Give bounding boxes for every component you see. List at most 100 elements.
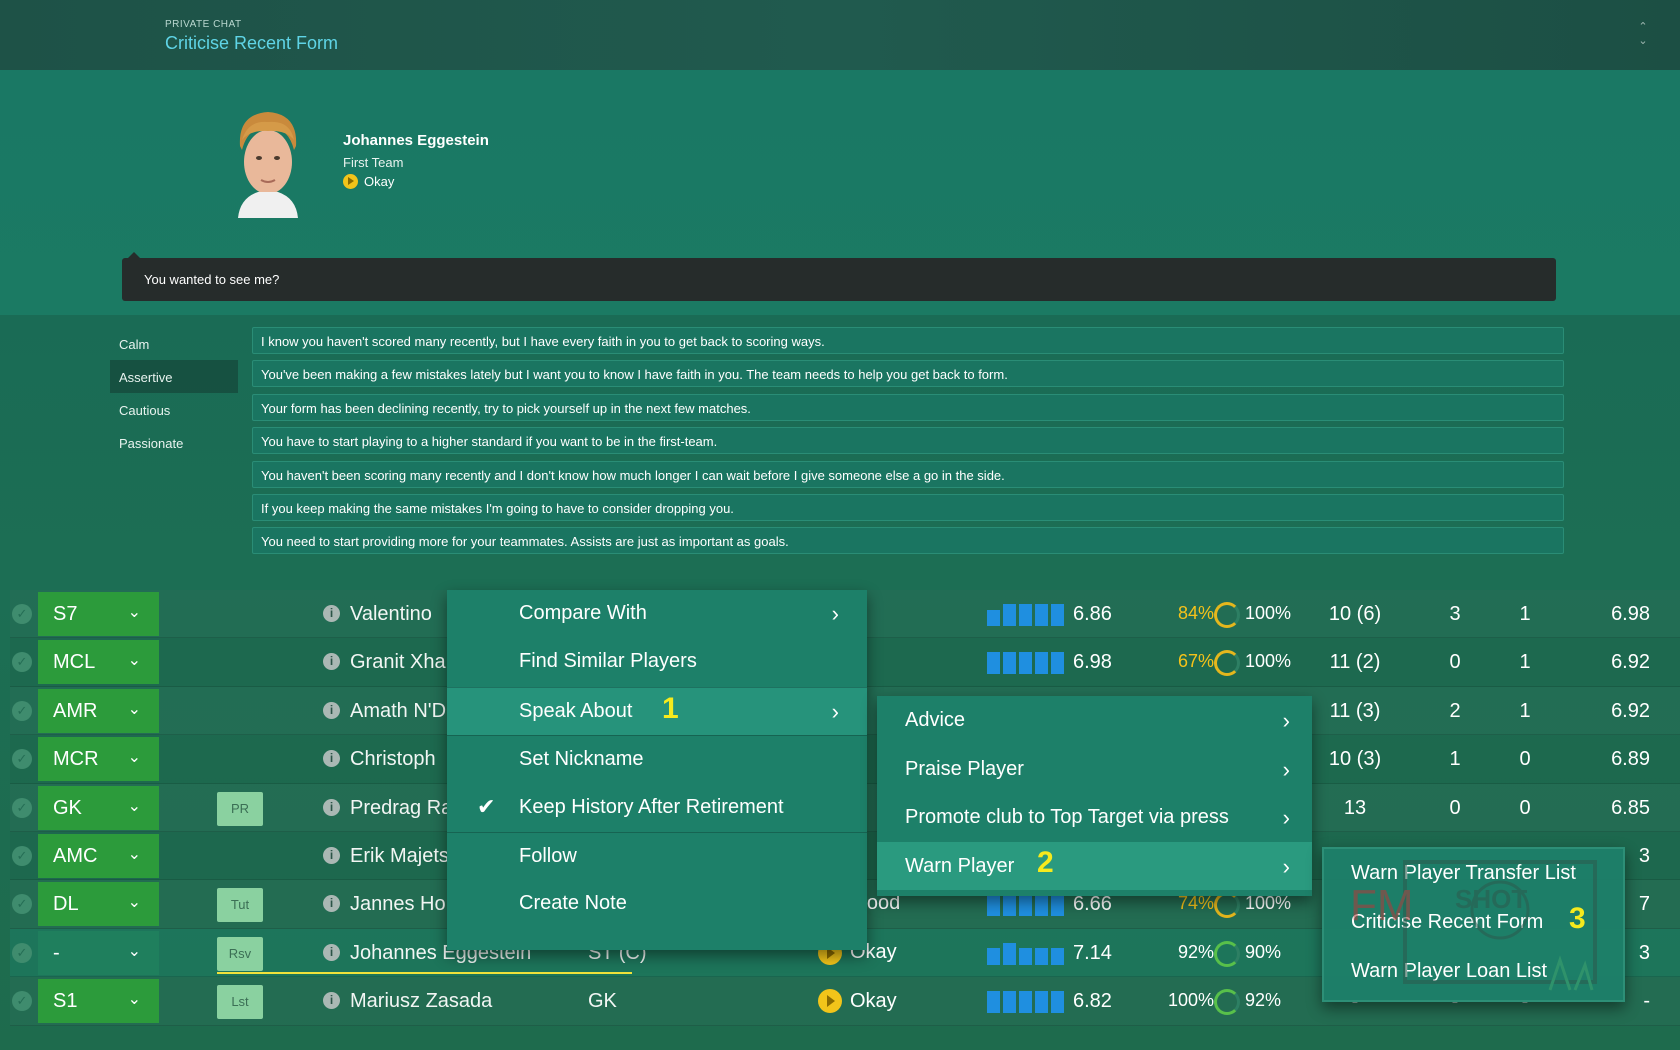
menu-item-advice[interactable]: Advice › <box>877 696 1312 745</box>
response-option[interactable]: You need to start providing more for you… <box>252 527 1564 555</box>
select-check-icon[interactable]: ✓ <box>12 845 32 866</box>
form-bar <box>1003 894 1016 917</box>
info-icon[interactable]: i <box>323 798 340 816</box>
select-check-icon[interactable]: ✓ <box>12 700 32 721</box>
info-icon[interactable]: i <box>323 943 340 961</box>
position-dropdown[interactable]: AMR ⌄ <box>38 688 159 733</box>
menu-item-label: Criticise Recent Form <box>1351 911 1544 933</box>
match-sharpness: 100% <box>1245 651 1292 672</box>
select-check-icon[interactable]: ✓ <box>12 797 32 818</box>
position-dropdown[interactable]: - ⌄ <box>38 930 159 975</box>
appearances: 11 (2) <box>1329 651 1381 674</box>
position-dropdown[interactable]: MCL ⌄ <box>38 640 159 685</box>
info-icon[interactable]: i <box>323 992 340 1010</box>
match-sharpness: 100% <box>1245 603 1292 623</box>
response-option[interactable]: You haven't been scoring many recently a… <box>252 460 1564 488</box>
response-options: I know you haven't scored many recently,… <box>252 327 1564 561</box>
position-dropdown[interactable]: S7 ⌄ <box>38 592 159 636</box>
player-name[interactable]: Erik Majets <box>350 845 449 868</box>
tone-calm[interactable]: Calm <box>110 327 238 360</box>
tone-passionate[interactable]: Passionate <box>110 426 238 459</box>
position-dropdown[interactable]: DL ⌄ <box>38 882 159 927</box>
chevron-right-icon: › <box>1282 708 1290 733</box>
form-bar <box>1003 604 1016 626</box>
collapse-toggle[interactable]: ⌃ ⌄ <box>1636 20 1650 48</box>
form-bar <box>1035 604 1048 626</box>
menu-item-praise-player[interactable]: Praise Player › <box>877 745 1312 794</box>
tone-list: Calm Assertive Cautious Passionate <box>110 327 238 459</box>
select-check-icon[interactable]: ✓ <box>12 604 32 624</box>
select-check-icon[interactable]: ✓ <box>12 749 32 770</box>
player-name[interactable]: Amath N'D <box>350 700 446 723</box>
player-name[interactable]: Granit Xha <box>350 651 446 674</box>
menu-item-set-nickname[interactable]: Set Nickname <box>447 735 867 783</box>
menu-item-criticise-recent-form[interactable]: Criticise Recent Form 3 <box>1324 898 1623 947</box>
form-bar <box>1051 604 1064 626</box>
select-check-icon[interactable]: ✓ <box>12 991 32 1012</box>
condition-value: 67% <box>1177 651 1214 672</box>
player-name[interactable]: Christoph <box>350 748 436 771</box>
chevron-down-icon: ⌄ <box>127 991 141 1009</box>
morale-cell: Okay <box>818 989 897 1014</box>
response-option[interactable]: If you keep making the same mistakes I'm… <box>252 493 1564 521</box>
menu-item-warn-transfer-list[interactable]: Warn Player Transfer List <box>1324 849 1623 898</box>
menu-item-speak-about[interactable]: Speak About 1 › <box>447 686 867 736</box>
form-bars <box>987 604 1064 626</box>
response-option[interactable]: I know you haven't scored many recently,… <box>252 327 1564 354</box>
menu-item-label: Advice <box>905 709 966 731</box>
assists: 1 <box>1519 651 1531 674</box>
position-dropdown[interactable]: GK ⌄ <box>38 785 159 830</box>
position-label: AMR <box>53 699 98 722</box>
info-icon[interactable]: i <box>323 846 340 864</box>
position-label: S1 <box>53 990 78 1013</box>
chevron-right-icon: › <box>1282 853 1290 879</box>
tone-assertive[interactable]: Assertive <box>110 360 238 393</box>
response-option[interactable]: You have to start playing to a higher st… <box>252 427 1564 455</box>
season-average-rating: 6.85 <box>1611 796 1650 819</box>
menu-item-warn-loan-list[interactable]: Warn Player Loan List <box>1324 947 1623 996</box>
menu-item-follow[interactable]: Follow <box>447 831 867 880</box>
position-label: MCR <box>53 748 99 771</box>
response-option[interactable]: You've been making a few mistakes lately… <box>252 360 1564 388</box>
appearances: 11 (3) <box>1329 699 1381 722</box>
season-average-rating: 6.89 <box>1611 748 1650 771</box>
status-badge: Tut <box>217 888 263 923</box>
position-dropdown[interactable]: S1 ⌄ <box>38 979 159 1024</box>
header-kicker: PRIVATE CHAT <box>165 19 242 30</box>
player-morale: Okay <box>343 174 394 189</box>
player-name[interactable]: Jannes Ho <box>350 893 446 916</box>
position-dropdown[interactable]: MCR ⌄ <box>38 737 159 782</box>
goals: 2 <box>1449 699 1461 722</box>
menu-item-compare-with[interactable]: Compare With › <box>447 590 867 638</box>
menu-item-keep-history[interactable]: ✔ Keep History After Retirement <box>447 784 867 832</box>
player-name[interactable]: Mariusz Zasada <box>350 990 492 1013</box>
select-check-icon[interactable]: ✓ <box>12 652 32 673</box>
appearances: 13 <box>1343 796 1367 819</box>
chevron-up-icon: ⌃ <box>1638 21 1648 33</box>
menu-item-find-similar[interactable]: Find Similar Players <box>447 638 867 686</box>
form-bars <box>987 991 1064 1014</box>
menu-item-create-note[interactable]: Create Note <box>447 880 867 928</box>
info-icon[interactable]: i <box>323 605 340 622</box>
form-bar <box>1003 652 1016 675</box>
info-icon[interactable]: i <box>323 750 340 768</box>
info-icon[interactable]: i <box>323 653 340 671</box>
response-option[interactable]: Your form has been declining recently, t… <box>252 393 1564 421</box>
tone-cautious[interactable]: Cautious <box>110 393 238 426</box>
select-check-icon[interactable]: ✓ <box>12 942 32 963</box>
chevron-down-icon: ⌄ <box>1638 35 1648 47</box>
position-dropdown[interactable]: AMC ⌄ <box>38 833 159 878</box>
menu-item-warn-player[interactable]: Warn Player 2 › <box>877 841 1312 890</box>
player-name[interactable]: Predrag Ra <box>350 797 452 820</box>
player-name[interactable]: Valentino <box>350 603 432 626</box>
morale-label: Okay <box>364 174 395 189</box>
select-check-icon[interactable]: ✓ <box>12 894 32 915</box>
chevron-right-icon: › <box>1282 756 1290 782</box>
assists: 1 <box>1519 699 1531 722</box>
checkmark-icon: ✔ <box>477 793 496 819</box>
info-icon[interactable]: i <box>323 895 340 913</box>
position-label: - <box>53 941 60 964</box>
chevron-down-icon: ⌄ <box>127 749 141 767</box>
menu-item-promote-club[interactable]: Promote club to Top Target via press › <box>877 793 1312 842</box>
info-icon[interactable]: i <box>323 701 340 719</box>
